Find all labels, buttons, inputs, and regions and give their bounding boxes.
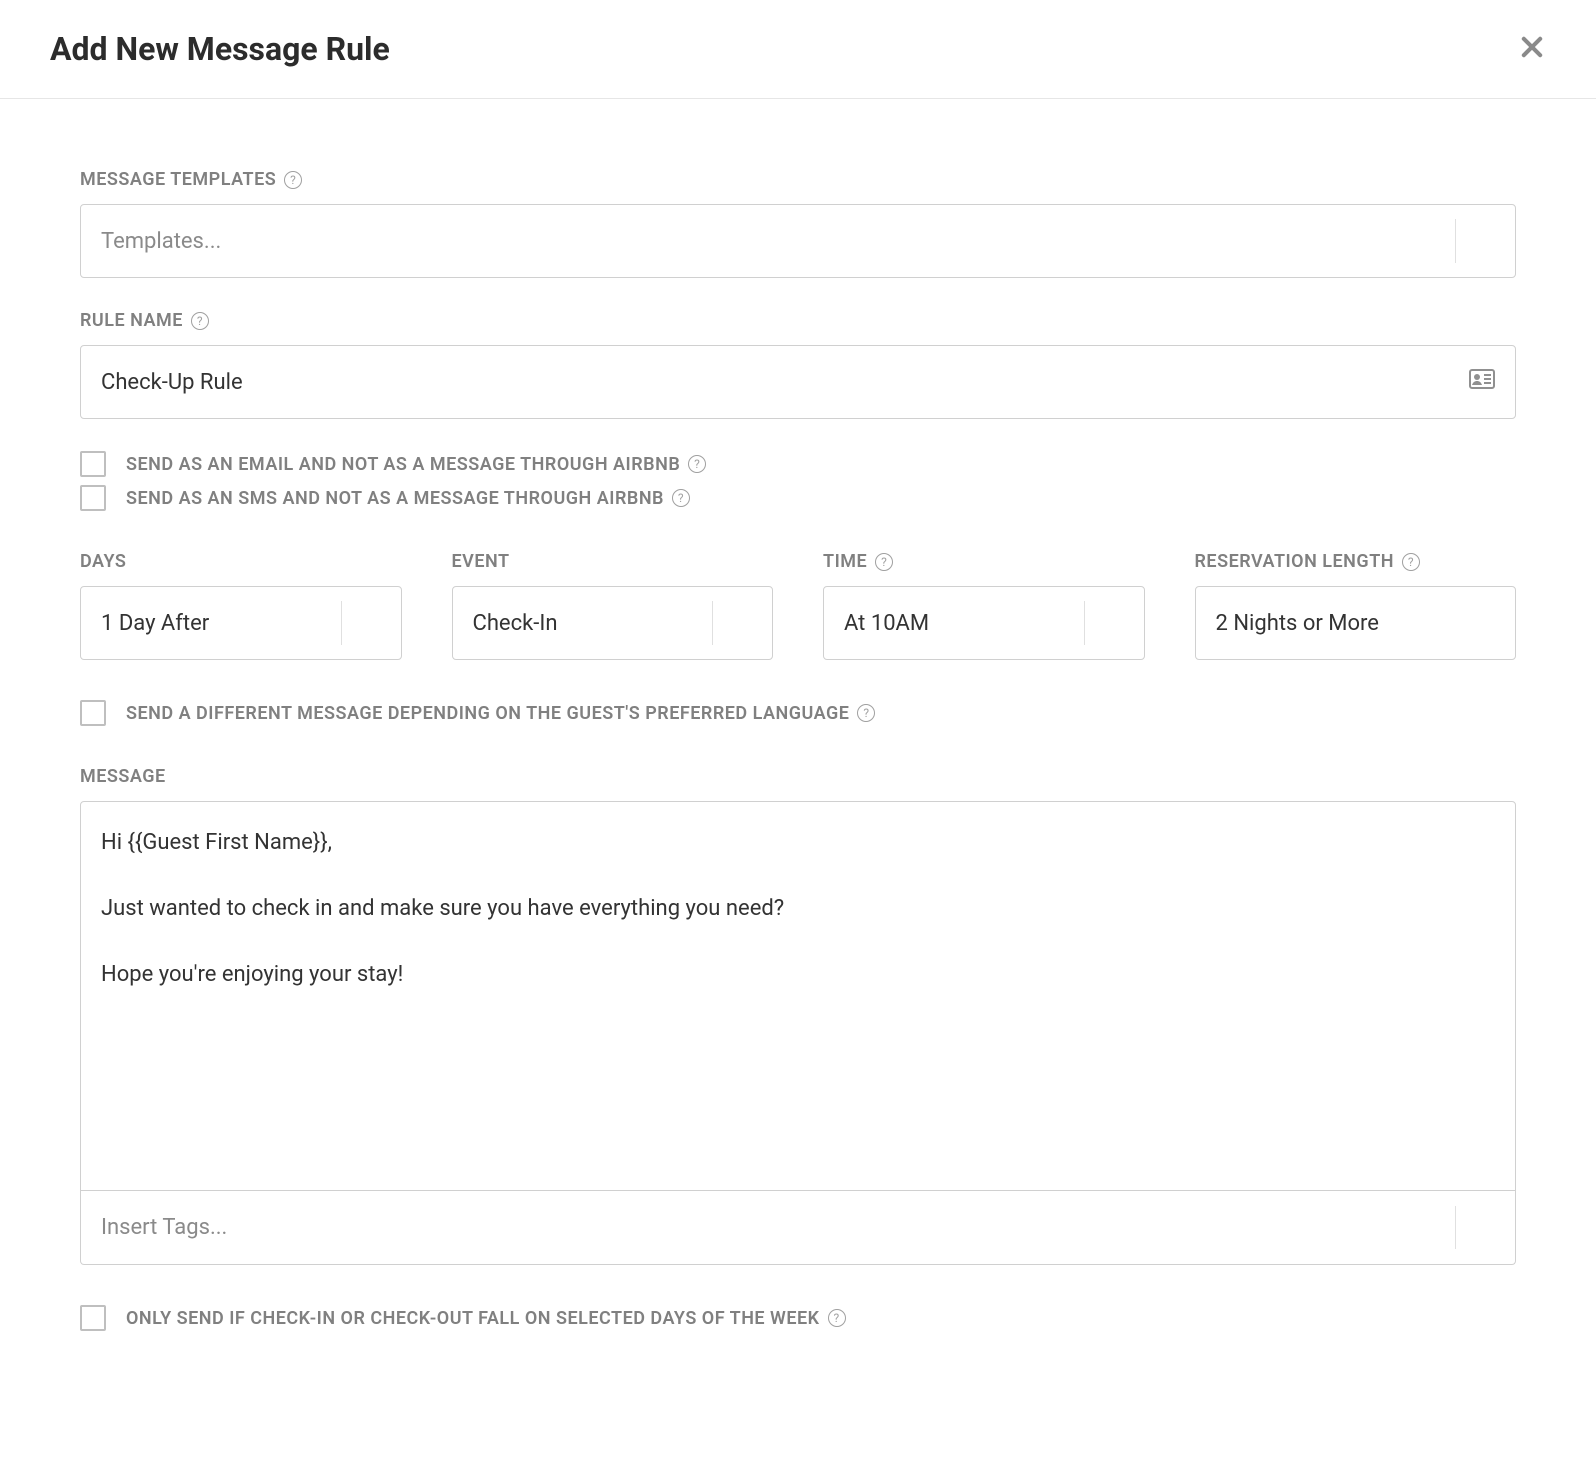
contact-card-icon xyxy=(1469,369,1495,395)
help-icon[interactable]: ? xyxy=(828,1309,846,1327)
only-selected-days-row: ONLY SEND IF CHECK-IN OR CHECK-OUT FALL … xyxy=(80,1305,1516,1331)
days-label-text: DAYS xyxy=(80,551,126,572)
event-label: EVENT xyxy=(452,551,774,572)
rule-name-input[interactable]: Check-Up Rule xyxy=(80,345,1516,419)
message-templates-field: MESSAGE TEMPLATES ? Templates... xyxy=(80,169,1516,278)
reservation-length-label: RESERVATION LENGTH ? xyxy=(1195,551,1517,572)
schedule-row: DAYS 1 Day After EVENT Check-In TI xyxy=(80,551,1516,660)
message-textarea[interactable]: Hi {{Guest First Name}}, Just wanted to … xyxy=(80,801,1516,1191)
help-icon[interactable]: ? xyxy=(857,704,875,722)
send-email-label: SEND AS AN EMAIL AND NOT AS A MESSAGE TH… xyxy=(126,454,706,475)
modal-title: Add New Message Rule xyxy=(50,30,390,68)
modal-header: Add New Message Rule xyxy=(0,0,1596,99)
send-sms-row: SEND AS AN SMS AND NOT AS A MESSAGE THRO… xyxy=(80,485,1516,511)
rule-name-value: Check-Up Rule xyxy=(101,370,1469,395)
chevron-down-icon xyxy=(1455,219,1515,262)
insert-tags-value: Insert Tags... xyxy=(81,1215,1455,1240)
send-sms-label: SEND AS AN SMS AND NOT AS A MESSAGE THRO… xyxy=(126,488,690,509)
send-email-checkbox[interactable] xyxy=(80,451,106,477)
different-language-label: SEND A DIFFERENT MESSAGE DEPENDING ON TH… xyxy=(126,703,875,724)
modal-body: MESSAGE TEMPLATES ? Templates... RULE NA… xyxy=(0,99,1596,1379)
send-sms-checkbox[interactable] xyxy=(80,485,106,511)
send-method-checkboxes: SEND AS AN EMAIL AND NOT AS A MESSAGE TH… xyxy=(80,451,1516,511)
send-email-label-text: SEND AS AN EMAIL AND NOT AS A MESSAGE TH… xyxy=(126,454,680,475)
help-icon[interactable]: ? xyxy=(191,312,209,330)
time-dropdown[interactable]: At 10AM xyxy=(823,586,1145,660)
chevron-down-icon xyxy=(341,601,401,644)
event-label-text: EVENT xyxy=(452,551,510,572)
time-value: At 10AM xyxy=(824,611,1084,636)
help-icon[interactable]: ? xyxy=(688,455,706,473)
event-field: EVENT Check-In xyxy=(452,551,774,660)
help-icon[interactable]: ? xyxy=(284,171,302,189)
time-label-text: TIME xyxy=(823,551,867,572)
only-selected-days-label: ONLY SEND IF CHECK-IN OR CHECK-OUT FALL … xyxy=(126,1308,846,1329)
different-language-label-text: SEND A DIFFERENT MESSAGE DEPENDING ON TH… xyxy=(126,703,849,724)
different-language-checkbox[interactable] xyxy=(80,700,106,726)
chevron-down-icon xyxy=(1455,1206,1515,1250)
reservation-length-field: RESERVATION LENGTH ? 2 Nights or More xyxy=(1195,551,1517,660)
time-field: TIME ? At 10AM xyxy=(823,551,1145,660)
rule-name-field: RULE NAME ? Check-Up Rule xyxy=(80,310,1516,419)
days-label: DAYS xyxy=(80,551,402,572)
help-icon[interactable]: ? xyxy=(875,553,893,571)
send-sms-label-text: SEND AS AN SMS AND NOT AS A MESSAGE THRO… xyxy=(126,488,664,509)
time-label: TIME ? xyxy=(823,551,1145,572)
message-templates-label: MESSAGE TEMPLATES ? xyxy=(80,169,1516,190)
message-label: MESSAGE xyxy=(80,766,1516,787)
only-selected-days-label-text: ONLY SEND IF CHECK-IN OR CHECK-OUT FALL … xyxy=(126,1308,820,1329)
message-templates-value: Templates... xyxy=(81,229,1455,254)
message-label-text: MESSAGE xyxy=(80,766,166,787)
reservation-length-value: 2 Nights or More xyxy=(1196,611,1456,636)
days-dropdown[interactable]: 1 Day After xyxy=(80,586,402,660)
help-icon[interactable]: ? xyxy=(672,489,690,507)
close-button[interactable] xyxy=(1518,31,1546,67)
chevron-down-icon xyxy=(712,601,772,644)
event-value: Check-In xyxy=(453,611,713,636)
rule-name-label-text: RULE NAME xyxy=(80,310,183,331)
days-value: 1 Day After xyxy=(81,611,341,636)
help-icon[interactable]: ? xyxy=(1402,553,1420,571)
insert-tags-dropdown[interactable]: Insert Tags... xyxy=(80,1191,1516,1265)
days-field: DAYS 1 Day After xyxy=(80,551,402,660)
only-selected-days-checkbox[interactable] xyxy=(80,1305,106,1331)
rule-name-label: RULE NAME ? xyxy=(80,310,1516,331)
reservation-length-dropdown[interactable]: 2 Nights or More xyxy=(1195,586,1517,660)
send-email-row: SEND AS AN EMAIL AND NOT AS A MESSAGE TH… xyxy=(80,451,1516,477)
reservation-length-label-text: RESERVATION LENGTH xyxy=(1195,551,1395,572)
chevron-down-icon xyxy=(1455,601,1515,644)
message-field: MESSAGE Hi {{Guest First Name}}, Just wa… xyxy=(80,766,1516,1265)
different-language-row: SEND A DIFFERENT MESSAGE DEPENDING ON TH… xyxy=(80,700,1516,726)
event-dropdown[interactable]: Check-In xyxy=(452,586,774,660)
chevron-down-icon xyxy=(1084,601,1144,644)
message-templates-label-text: MESSAGE TEMPLATES xyxy=(80,169,276,190)
message-templates-dropdown[interactable]: Templates... xyxy=(80,204,1516,278)
